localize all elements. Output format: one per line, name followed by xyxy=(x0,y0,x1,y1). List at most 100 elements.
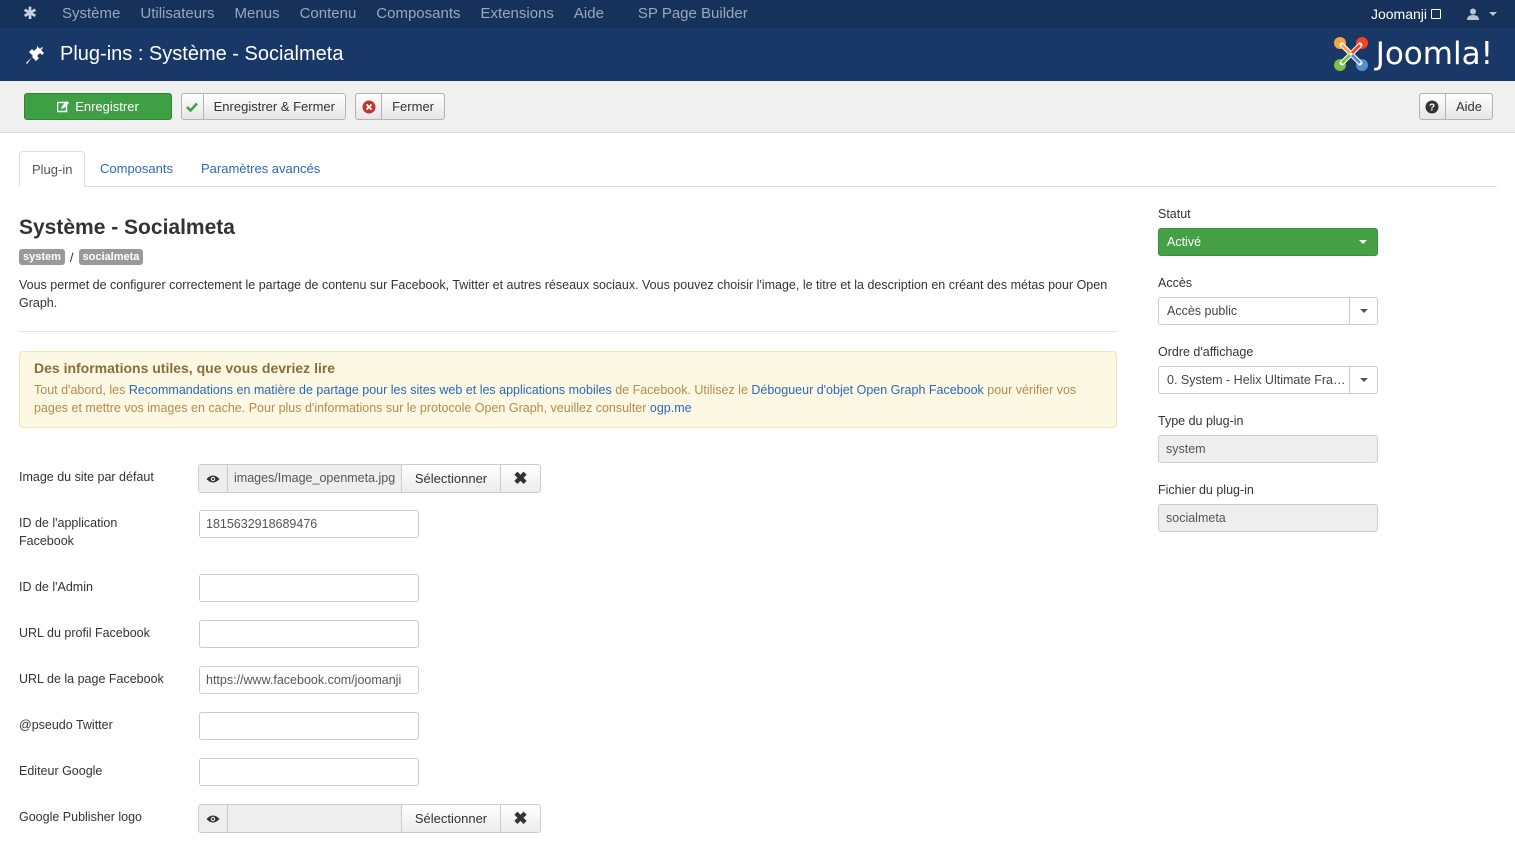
default-image-label: Image du site par défaut xyxy=(19,470,154,484)
close-icon-box xyxy=(356,94,383,119)
plugin-type-label: Type du plug-in xyxy=(1158,414,1244,428)
plugin-badges: system / socialmeta xyxy=(19,249,144,265)
user-menu[interactable] xyxy=(1467,8,1497,20)
plugin-description: Vous permet de configurer correctement l… xyxy=(19,278,1108,310)
nav-item-menus[interactable]: Menus xyxy=(225,0,290,28)
alert-text: Tout d'abord, les Recommandations en mat… xyxy=(34,381,1102,417)
user-icon xyxy=(1467,8,1479,20)
order-label: Ordre d'affichage xyxy=(1158,345,1254,359)
help-label: Aide xyxy=(1455,99,1482,114)
admin-navbar: ✱ Système Utilisateurs Menus Contenu Com… xyxy=(0,0,1515,28)
save-close-label: Enregistrer & Fermer xyxy=(213,99,335,114)
link-debogueur[interactable]: Débogueur d'objet Open Graph Facebook xyxy=(751,383,983,397)
question-icon: ? xyxy=(1425,100,1439,113)
tab-composants[interactable]: Composants xyxy=(88,151,185,187)
tab-parametres-avances[interactable]: Paramètres avancés xyxy=(189,151,332,187)
preview-button[interactable] xyxy=(199,465,228,492)
save-label: Enregistrer xyxy=(75,99,139,114)
badge-separator: / xyxy=(69,249,74,265)
access-label: Accès xyxy=(1158,276,1193,290)
order-select[interactable]: 0. System - Helix Ultimate Framework xyxy=(1158,366,1378,394)
tab-bar: Plug-in Composants Paramètres avancés xyxy=(19,151,1497,187)
nav-item-utilisateurs[interactable]: Utilisateurs xyxy=(130,0,224,28)
divider xyxy=(19,331,1117,332)
alert-text-2: de Facebook. Utilisez le xyxy=(611,383,752,397)
nav-item-contenu[interactable]: Contenu xyxy=(290,0,367,28)
page-header: Plug-ins : Système - Socialmeta Joomla! xyxy=(0,28,1515,81)
eye-icon xyxy=(206,475,220,482)
status-label: Statut xyxy=(1158,207,1191,221)
check-icon-box xyxy=(182,94,204,119)
eye-icon xyxy=(206,815,220,822)
status-value: Activé xyxy=(1167,235,1202,249)
site-name: Joomanji xyxy=(1370,6,1427,22)
google-logo-clear-button[interactable]: ✖ xyxy=(501,805,540,832)
link-ogp[interactable]: ogp.me xyxy=(650,401,692,415)
preview-button[interactable] xyxy=(199,805,228,832)
twitter-input[interactable] xyxy=(199,712,419,740)
joomla-logo-icon xyxy=(1333,37,1368,71)
badge-element: socialmeta xyxy=(78,249,144,265)
status-dropdown-toggle xyxy=(1349,229,1377,255)
close-label: Fermer xyxy=(392,99,434,114)
badge-group: system xyxy=(19,249,65,265)
fb-profile-input[interactable] xyxy=(199,620,419,648)
nav-item-composants[interactable]: Composants xyxy=(366,0,470,28)
order-value: 0. System - Helix Ultimate Framework xyxy=(1167,373,1351,387)
help-button[interactable]: ? Aide xyxy=(1419,93,1493,120)
plugin-file-field: socialmeta xyxy=(1158,504,1378,532)
check-icon xyxy=(186,102,199,112)
access-value: Accès public xyxy=(1167,304,1238,318)
fb-app-id-label: ID de l'application Facebook xyxy=(19,516,118,548)
default-image-clear-button[interactable]: ✖ xyxy=(501,465,540,492)
plugin-title: Système - Socialmeta xyxy=(19,216,235,239)
external-link-icon xyxy=(1431,9,1441,19)
google-logo-path[interactable] xyxy=(228,805,402,832)
edit-icon xyxy=(57,100,70,112)
order-dropdown-toggle xyxy=(1349,367,1377,393)
nav-item-aide[interactable]: Aide xyxy=(564,0,614,28)
tab-plugin[interactable]: Plug-in xyxy=(19,151,86,187)
fb-page-input[interactable]: https://www.facebook.com/joomanji xyxy=(199,666,419,694)
access-dropdown-toggle xyxy=(1349,298,1377,324)
fb-app-id-input[interactable]: 1815632918689476 xyxy=(199,510,419,538)
chevron-down-icon xyxy=(1359,378,1368,382)
fb-page-label: URL de la page Facebook xyxy=(19,672,164,686)
nav-item-extensions[interactable]: Extensions xyxy=(471,0,564,28)
site-link[interactable]: Joomanji xyxy=(1371,6,1441,22)
close-icon xyxy=(362,100,376,113)
access-select[interactable]: Accès public xyxy=(1158,297,1378,325)
twitter-label: @pseudo Twitter xyxy=(19,718,113,732)
google-logo-label: Google Publisher logo xyxy=(19,810,142,824)
page-title: Plug-ins : Système - Socialmeta xyxy=(60,43,344,65)
nav-right: Joomanji xyxy=(1371,0,1515,28)
nav-item-systeme[interactable]: Système xyxy=(52,0,130,28)
google-logo-select-button[interactable]: Sélectionner xyxy=(402,805,501,832)
close-button[interactable]: Fermer xyxy=(355,93,445,120)
fb-profile-label: URL du profil Facebook xyxy=(19,626,150,640)
alert-heading: Des informations utiles, que vous devrie… xyxy=(34,360,336,376)
chevron-down-icon xyxy=(1359,309,1368,313)
default-image-path[interactable]: images/Image_openmeta.jpg xyxy=(228,465,402,492)
joomla-logo: Joomla! xyxy=(1332,34,1493,74)
nav-item-sp-page-builder[interactable]: SP Page Builder xyxy=(628,0,758,28)
save-button[interactable]: Enregistrer xyxy=(24,93,172,120)
help-icon-box: ? xyxy=(1420,94,1446,119)
link-recommandations[interactable]: Recommandations en matière de partage po… xyxy=(129,383,612,397)
chevron-down-icon xyxy=(1489,12,1497,16)
google-editor-input[interactable] xyxy=(199,758,419,786)
admin-id-label: ID de l'Admin xyxy=(19,580,93,594)
joomla-menu-icon[interactable]: ✱ xyxy=(8,0,52,28)
info-alert: Des informations utiles, que vous devrie… xyxy=(19,351,1117,428)
status-select[interactable]: Activé xyxy=(1158,228,1378,256)
plugin-type-field: system xyxy=(1158,435,1378,463)
alert-text-1: Tout d'abord, les xyxy=(34,383,129,397)
toolbar: Enregistrer Enregistrer & Fermer Fermer … xyxy=(0,81,1515,133)
joomla-wordmark: Joomla! xyxy=(1375,36,1493,72)
default-image-select-button[interactable]: Sélectionner xyxy=(402,465,501,492)
svg-text:?: ? xyxy=(1429,102,1435,113)
plug-icon xyxy=(26,45,44,64)
save-close-button[interactable]: Enregistrer & Fermer xyxy=(181,93,346,120)
admin-id-input[interactable] xyxy=(199,574,419,602)
google-editor-label: Editeur Google xyxy=(19,764,103,778)
